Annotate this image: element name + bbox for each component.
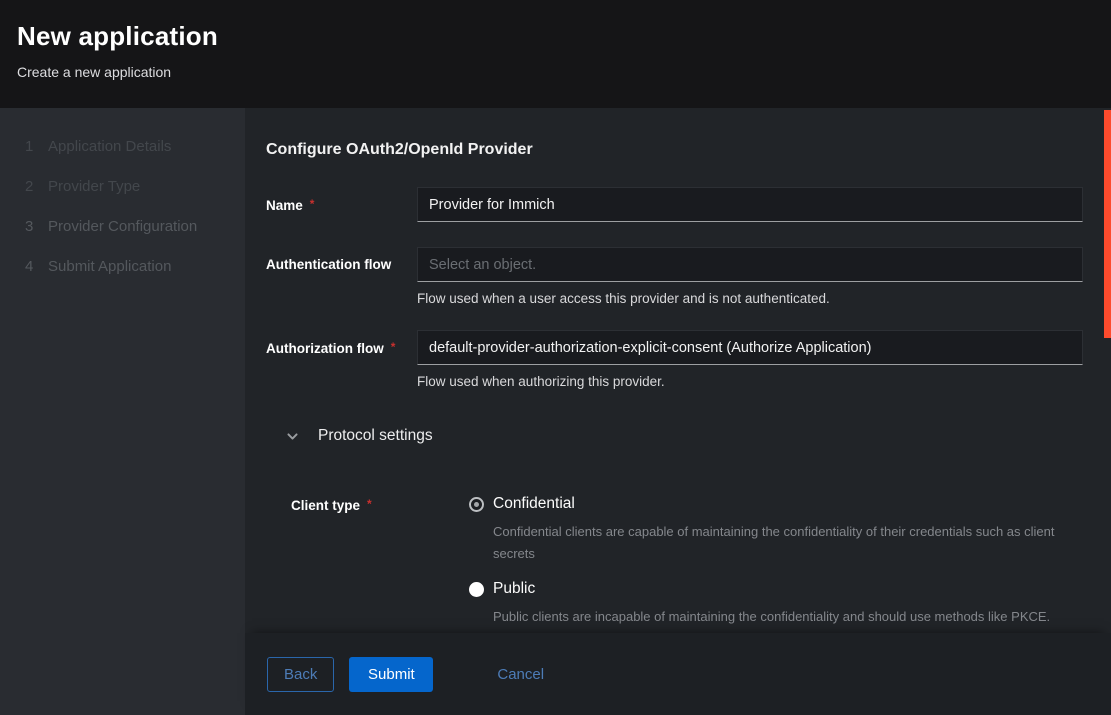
wizard-header: New application Create a new application <box>0 0 1111 108</box>
protocol-settings-label: Protocol settings <box>318 427 433 445</box>
step-label: Provider Configuration <box>48 218 197 236</box>
page-title: New application <box>17 21 1087 52</box>
form-row-name: Name* <box>266 187 1083 222</box>
client-type-option-confidential: Confidential Confidential clients are ca… <box>469 495 1083 565</box>
chevron-down-icon <box>286 430 299 443</box>
form-row-client-type: Client type* Confidential Confidential c… <box>266 495 1083 628</box>
wizard-content: Configure OAuth2/OpenId Provider Name* A… <box>245 108 1111 633</box>
authentication-flow-help: Flow used when a user access this provid… <box>417 291 1083 306</box>
authorization-flow-help: Flow used when authorizing this provider… <box>417 374 1083 389</box>
name-label: Name* <box>266 187 417 222</box>
required-asterisk: * <box>367 497 372 511</box>
form-row-authentication-flow: Authentication flow Flow used when a use… <box>266 247 1083 306</box>
step-number: 2 <box>25 178 48 196</box>
scrollbar-thumb[interactable] <box>1104 110 1111 338</box>
radio-public-description: Public clients are incapable of maintain… <box>493 606 1050 628</box>
radio-public[interactable] <box>469 582 484 597</box>
wizard-footer: Back Submit Cancel <box>245 633 1111 715</box>
radio-confidential[interactable] <box>469 497 484 512</box>
step-label: Provider Type <box>48 178 140 196</box>
client-type-option-public: Public Public clients are incapable of m… <box>469 580 1083 628</box>
step-number: 1 <box>25 138 48 156</box>
authorization-flow-select[interactable] <box>417 330 1083 365</box>
step-label: Application Details <box>48 138 171 156</box>
submit-button[interactable]: Submit <box>349 657 433 692</box>
wizard-main: Configure OAuth2/OpenId Provider Name* A… <box>245 108 1111 715</box>
wizard-step-provider-configuration[interactable]: 3 Provider Configuration <box>25 218 245 236</box>
form-row-authorization-flow: Authorization flow* Flow used when autho… <box>266 330 1083 389</box>
wizard-nav: 1 Application Details 2 Provider Type 3 … <box>0 108 245 715</box>
client-type-label: Client type* <box>291 495 469 628</box>
step-label: Submit Application <box>48 258 171 276</box>
radio-confidential-label[interactable]: Confidential <box>493 495 1083 513</box>
cancel-link[interactable]: Cancel <box>497 666 544 683</box>
step-number: 3 <box>25 218 48 236</box>
wizard-step-provider-type[interactable]: 2 Provider Type <box>25 178 245 196</box>
back-button[interactable]: Back <box>267 657 334 692</box>
page-subtitle: Create a new application <box>17 64 1087 80</box>
required-asterisk: * <box>391 340 396 354</box>
radio-confidential-description: Confidential clients are capable of main… <box>493 521 1083 565</box>
name-input[interactable] <box>417 187 1083 222</box>
authorization-flow-label: Authorization flow* <box>266 330 417 389</box>
required-asterisk: * <box>310 197 315 211</box>
step-number: 4 <box>25 258 48 276</box>
content-heading: Configure OAuth2/OpenId Provider <box>266 141 1083 159</box>
radio-public-label[interactable]: Public <box>493 580 1050 598</box>
authentication-flow-select[interactable] <box>417 247 1083 282</box>
wizard-step-submit-application[interactable]: 4 Submit Application <box>25 258 245 276</box>
wizard-step-application-details[interactable]: 1 Application Details <box>25 138 245 156</box>
authentication-flow-label: Authentication flow <box>266 247 417 306</box>
protocol-settings-toggle[interactable]: Protocol settings <box>286 427 433 445</box>
